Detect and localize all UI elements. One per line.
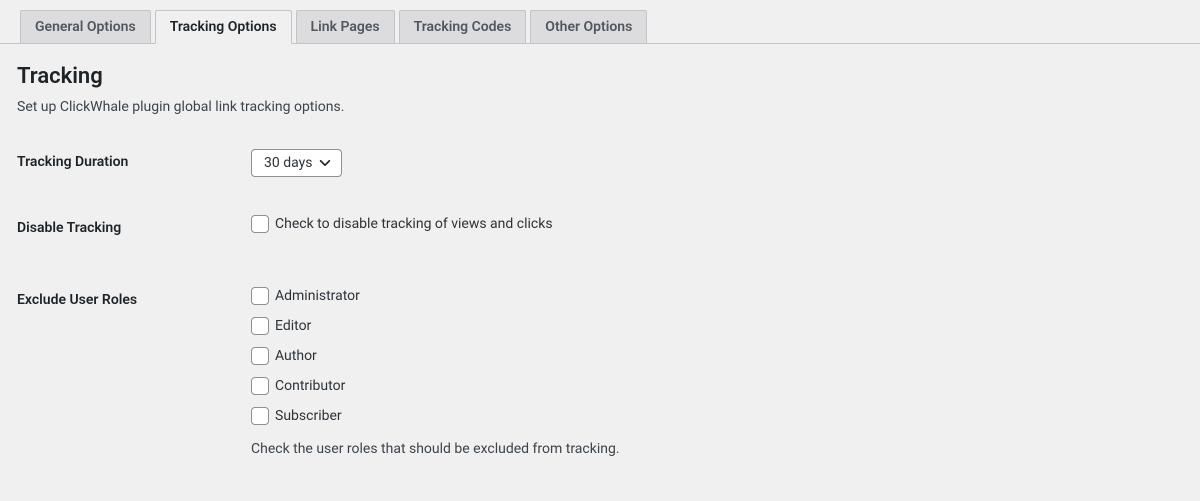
- chevron-down-icon: [318, 156, 332, 170]
- checkbox-role-subscriber-line: Subscriber: [251, 407, 1200, 425]
- checkbox-role-administrator-line: Administrator: [251, 287, 1200, 305]
- tab-other-options[interactable]: Other Options: [530, 10, 647, 44]
- section-title: Tracking: [17, 64, 1200, 89]
- checkbox-role-author[interactable]: [251, 347, 269, 365]
- checkbox-disable-tracking-label: Check to disable tracking of views and c…: [275, 216, 553, 232]
- tab-tracking-options[interactable]: Tracking Options: [155, 10, 292, 44]
- checkbox-role-editor-line: Editor: [251, 317, 1200, 335]
- select-tracking-duration[interactable]: 30 days: [251, 149, 342, 177]
- role-label: Subscriber: [275, 408, 342, 424]
- checkbox-role-administrator[interactable]: [251, 287, 269, 305]
- tab-link-pages[interactable]: Link Pages: [296, 10, 395, 44]
- role-label: Contributor: [275, 378, 345, 394]
- row-tracking-duration: Tracking Duration 30 days: [17, 149, 1200, 177]
- settings-content: Tracking Set up ClickWhale plugin global…: [0, 44, 1200, 457]
- checkbox-role-contributor[interactable]: [251, 377, 269, 395]
- tab-general-options[interactable]: General Options: [20, 10, 151, 44]
- label-tracking-duration: Tracking Duration: [17, 149, 251, 170]
- tab-tracking-codes[interactable]: Tracking Codes: [399, 10, 527, 44]
- tabs-nav: General Options Tracking Options Link Pa…: [0, 0, 1200, 44]
- exclude-roles-help: Check the user roles that should be excl…: [251, 441, 1200, 457]
- row-exclude-roles: Exclude User Roles Administrator Editor …: [17, 287, 1200, 457]
- checkbox-disable-tracking[interactable]: [251, 215, 269, 233]
- checkbox-role-editor[interactable]: [251, 317, 269, 335]
- label-exclude-roles: Exclude User Roles: [17, 287, 251, 308]
- checkbox-disable-tracking-line: Check to disable tracking of views and c…: [251, 215, 1200, 233]
- role-label: Administrator: [275, 288, 360, 304]
- row-disable-tracking: Disable Tracking Check to disable tracki…: [17, 215, 1200, 245]
- role-label: Editor: [275, 318, 311, 334]
- checkbox-role-contributor-line: Contributor: [251, 377, 1200, 395]
- role-label: Author: [275, 348, 317, 364]
- section-description: Set up ClickWhale plugin global link tra…: [17, 99, 1200, 115]
- checkbox-role-subscriber[interactable]: [251, 407, 269, 425]
- select-value: 30 days: [264, 155, 312, 171]
- checkbox-role-author-line: Author: [251, 347, 1200, 365]
- label-disable-tracking: Disable Tracking: [17, 215, 251, 236]
